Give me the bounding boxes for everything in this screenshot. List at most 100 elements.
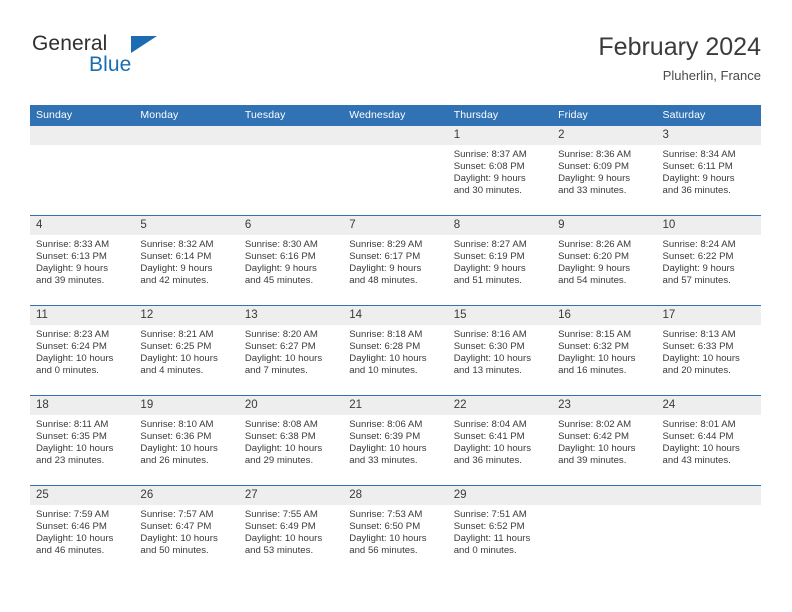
daylight-text-line2: and 13 minutes.: [453, 365, 522, 377]
sunrise-text: Sunrise: 7:51 AM: [453, 509, 527, 520]
calendar-day-cell[interactable]: 14 Sunrise: 8:18 AM Sunset: 6:28 PM Dayligh…: [343, 305, 448, 396]
calendar-day-cell[interactable]: 11 Sunrise: 8:23 AM Sunset: 6:24 PM Dayligh…: [30, 305, 135, 396]
sunrise-text: Sunrise: 8:21 AM: [140, 329, 214, 340]
calendar-day-cell[interactable]: 13 Sunrise: 8:20 AM Sunset: 6:27 PM Dayligh…: [238, 305, 344, 396]
day-number: 6: [238, 216, 344, 235]
sunset-text: Sunset: 6:28 PM: [349, 341, 421, 353]
daylight-text-line1: Daylight: 9 hours: [244, 263, 317, 275]
calendar-week-row: 25 Sunrise: 7:59 AM Sunset: 6:46 PM Dayligh…: [30, 485, 761, 575]
calendar-cell-empty: [343, 126, 448, 216]
sunset-text: Sunset: 6:50 PM: [349, 521, 421, 533]
calendar-day-cell[interactable]: 26 Sunrise: 7:57 AM Sunset: 6:47 PM Dayligh…: [134, 485, 239, 575]
calendar-day-cell[interactable]: 28 Sunrise: 7:53 AM Sunset: 6:50 PM Dayligh…: [343, 485, 448, 575]
sunrise-text: Sunrise: 7:55 AM: [244, 509, 318, 520]
calendar-day-cell[interactable]: 23 Sunrise: 8:02 AM Sunset: 6:42 PM Dayligh…: [552, 395, 657, 486]
calendar-day-cell[interactable]: 10 Sunrise: 8:24 AM Sunset: 6:22 PM Dayligh…: [656, 215, 761, 306]
calendar-day-cell[interactable]: 24 Sunrise: 8:01 AM Sunset: 6:44 PM Dayligh…: [656, 395, 761, 486]
daylight-text-line1: Daylight: 10 hours: [140, 533, 218, 545]
day-number: [134, 126, 239, 145]
calendar-day-cell[interactable]: 21 Sunrise: 8:06 AM Sunset: 6:39 PM Dayligh…: [343, 395, 448, 486]
day-number: 12: [134, 306, 239, 325]
calendar-day-cell[interactable]: 22 Sunrise: 8:04 AM Sunset: 6:41 PM Dayligh…: [447, 395, 553, 486]
sunrise-text: Sunrise: 8:20 AM: [244, 329, 318, 340]
calendar-day-cell[interactable]: 8 Sunrise: 8:27 AM Sunset: 6:19 PM Daylight…: [447, 215, 553, 306]
sunset-text: Sunset: 6:52 PM: [453, 521, 525, 533]
day-details: Sunrise: 8:27 AM Sunset: 6:19 PM Daylight:…: [448, 235, 552, 287]
day-details: Sunrise: 8:04 AM Sunset: 6:41 PM Daylight:…: [448, 415, 552, 467]
calendar-day-cell[interactable]: 29 Sunrise: 7:51 AM Sunset: 6:52 PM Dayligh…: [447, 485, 553, 575]
sunset-text: Sunset: 6:17 PM: [349, 251, 421, 263]
daylight-text-line2: and 56 minutes.: [349, 545, 418, 557]
calendar-day-cell[interactable]: 5 Sunrise: 8:32 AM Sunset: 6:14 PM Daylight…: [134, 215, 239, 306]
daylight-text-line2: and 33 minutes.: [349, 455, 418, 467]
daylight-text-line1: Daylight: 10 hours: [558, 443, 636, 455]
daylight-text-line1: Daylight: 10 hours: [662, 353, 740, 365]
day-number: 13: [238, 306, 344, 325]
calendar-cell-empty: [552, 485, 657, 575]
calendar-day-cell[interactable]: 7 Sunrise: 8:29 AM Sunset: 6:17 PM Daylight…: [343, 215, 448, 306]
calendar-day-cell[interactable]: 12 Sunrise: 8:21 AM Sunset: 6:25 PM Dayligh…: [134, 305, 239, 396]
day-number: 17: [656, 306, 761, 325]
sunset-text: Sunset: 6:20 PM: [558, 251, 630, 263]
calendar-table: Sunday Monday Tuesday Wednesday Thursday…: [30, 105, 761, 575]
daylight-text-line1: Daylight: 10 hours: [36, 353, 114, 365]
day-number: 20: [238, 396, 344, 415]
triangle-flag-icon: [131, 36, 157, 53]
sunrise-text: Sunrise: 8:18 AM: [349, 329, 423, 340]
calendar-day-cell[interactable]: 2 Sunrise: 8:36 AM Sunset: 6:09 PM Daylight…: [552, 126, 657, 216]
brand-logo[interactable]: General Blue: [30, 32, 250, 90]
daylight-text-line2: and 30 minutes.: [453, 185, 522, 197]
sunset-text: Sunset: 6:47 PM: [140, 521, 212, 533]
sunset-text: Sunset: 6:42 PM: [558, 431, 630, 443]
brand-name-blue: Blue: [89, 53, 132, 76]
calendar-day-cell[interactable]: 6 Sunrise: 8:30 AM Sunset: 6:16 PM Daylight…: [238, 215, 344, 306]
sunrise-text: Sunrise: 8:23 AM: [36, 329, 110, 340]
daylight-text-line2: and 26 minutes.: [140, 455, 209, 467]
calendar-day-cell[interactable]: 1 Sunrise: 8:37 AM Sunset: 6:08 PM Daylight…: [447, 126, 553, 216]
sunrise-text: Sunrise: 8:29 AM: [349, 239, 423, 250]
calendar-day-cell[interactable]: 18 Sunrise: 8:11 AM Sunset: 6:35 PM Dayligh…: [30, 395, 135, 486]
sunrise-text: Sunrise: 8:16 AM: [453, 329, 527, 340]
day-details: Sunrise: 8:10 AM Sunset: 6:36 PM Daylight:…: [134, 415, 238, 467]
calendar-day-cell[interactable]: 19 Sunrise: 8:10 AM Sunset: 6:36 PM Dayligh…: [134, 395, 239, 486]
daylight-text-line1: Daylight: 9 hours: [453, 173, 526, 185]
page-title: February 2024: [598, 33, 761, 61]
daylight-text-line2: and 0 minutes.: [36, 365, 99, 377]
day-details: Sunrise: 8:30 AM Sunset: 6:16 PM Daylight:…: [239, 235, 343, 287]
daylight-text-line2: and 39 minutes.: [558, 455, 627, 467]
daylight-text-line1: Daylight: 10 hours: [140, 353, 218, 365]
calendar-day-cell[interactable]: 15 Sunrise: 8:16 AM Sunset: 6:30 PM Dayligh…: [447, 305, 553, 396]
title-block: February 2024 Pluherlin, France: [598, 32, 761, 86]
calendar-day-cell[interactable]: 3 Sunrise: 8:34 AM Sunset: 6:11 PM Daylight…: [656, 126, 761, 216]
daylight-text-line2: and 23 minutes.: [36, 455, 105, 467]
day-details: Sunrise: 8:02 AM Sunset: 6:42 PM Daylight:…: [552, 415, 656, 467]
sunset-text: Sunset: 6:41 PM: [453, 431, 525, 443]
day-details: Sunrise: 8:15 AM Sunset: 6:32 PM Daylight:…: [552, 325, 656, 377]
day-number: 25: [30, 486, 135, 505]
sunset-text: Sunset: 6:22 PM: [662, 251, 734, 263]
day-number: 16: [552, 306, 657, 325]
daylight-text-line1: Daylight: 10 hours: [558, 353, 636, 365]
calendar-day-cell[interactable]: 16 Sunrise: 8:15 AM Sunset: 6:32 PM Dayligh…: [552, 305, 657, 396]
weekday-header-wednesday: Wednesday: [343, 105, 448, 126]
weekday-header-sunday: Sunday: [30, 105, 135, 126]
calendar-day-cell[interactable]: 27 Sunrise: 7:55 AM Sunset: 6:49 PM Dayligh…: [238, 485, 344, 575]
day-number: 14: [343, 306, 448, 325]
daylight-text-line1: Daylight: 9 hours: [558, 173, 631, 185]
daylight-text-line2: and 51 minutes.: [453, 275, 522, 287]
calendar-day-cell[interactable]: 25 Sunrise: 7:59 AM Sunset: 6:46 PM Dayligh…: [30, 485, 135, 575]
daylight-text-line1: Daylight: 9 hours: [453, 263, 526, 275]
daylight-text-line2: and 36 minutes.: [662, 185, 731, 197]
calendar-day-cell[interactable]: 17 Sunrise: 8:13 AM Sunset: 6:33 PM Dayligh…: [656, 305, 761, 396]
weekday-header-thursday: Thursday: [447, 105, 553, 126]
daylight-text-line1: Daylight: 10 hours: [662, 443, 740, 455]
day-number: 10: [656, 216, 761, 235]
calendar-week-row: 4 Sunrise: 8:33 AM Sunset: 6:13 PM Daylight…: [30, 215, 761, 306]
day-details: Sunrise: 8:32 AM Sunset: 6:14 PM Daylight:…: [134, 235, 238, 287]
day-details: Sunrise: 8:36 AM Sunset: 6:09 PM Daylight:…: [552, 145, 656, 197]
sunset-text: Sunset: 6:39 PM: [349, 431, 421, 443]
calendar-day-cell[interactable]: 9 Sunrise: 8:26 AM Sunset: 6:20 PM Daylight…: [552, 215, 657, 306]
calendar-day-cell[interactable]: 20 Sunrise: 8:08 AM Sunset: 6:38 PM Dayligh…: [238, 395, 344, 486]
calendar-day-cell[interactable]: 4 Sunrise: 8:33 AM Sunset: 6:13 PM Daylight…: [30, 215, 135, 306]
daylight-text-line1: Daylight: 10 hours: [244, 533, 323, 545]
